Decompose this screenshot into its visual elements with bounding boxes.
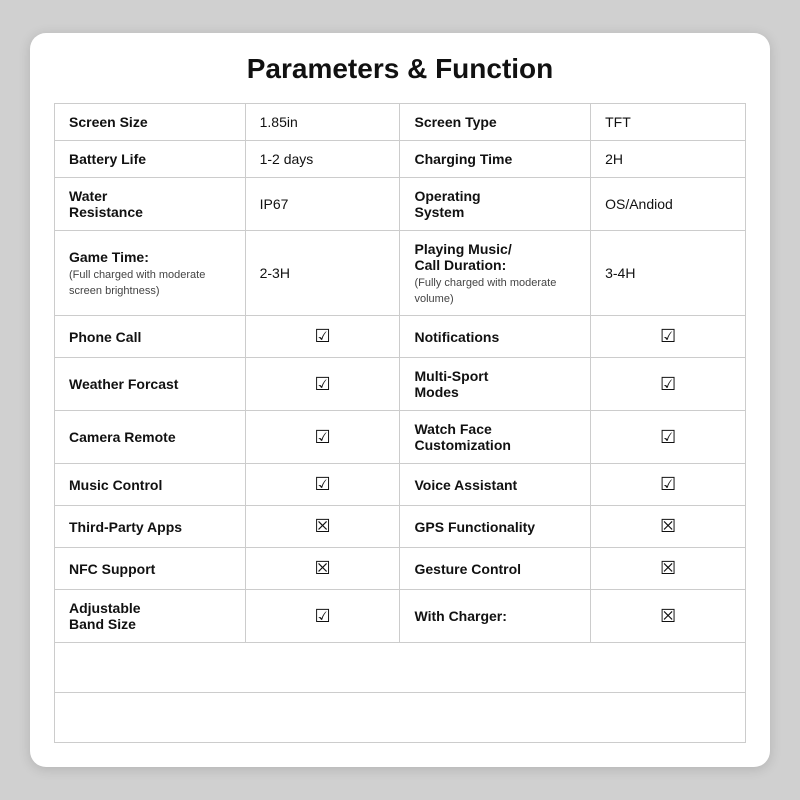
- right-label: Charging Time: [400, 141, 591, 178]
- left-label: Music Control: [55, 464, 246, 506]
- right-label: OperatingSystem: [400, 178, 591, 231]
- left-value: IP67: [245, 178, 400, 231]
- table-row: Third-Party Apps ☒ GPS Functionality ☒: [55, 506, 746, 548]
- right-value: OS/Andiod: [591, 178, 746, 231]
- left-label: Third-Party Apps: [55, 506, 246, 548]
- table-row: Camera Remote ☑ Watch FaceCustomization …: [55, 411, 746, 464]
- left-label: WaterResistance: [55, 178, 246, 231]
- right-label: GPS Functionality: [400, 506, 591, 548]
- right-label: Voice Assistant: [400, 464, 591, 506]
- left-label: Weather Forcast: [55, 358, 246, 411]
- table-row: Screen Size 1.85in Screen Type TFT: [55, 104, 746, 141]
- right-check: ☑: [591, 358, 746, 411]
- left-check: ☒: [245, 548, 400, 590]
- params-table: Screen Size 1.85in Screen Type TFT Batte…: [54, 103, 746, 743]
- left-check: ☑: [245, 464, 400, 506]
- table-row: Weather Forcast ☑ Multi-SportModes ☑: [55, 358, 746, 411]
- left-check: ☑: [245, 358, 400, 411]
- right-label: Playing Music/Call Duration:(Fully charg…: [400, 231, 591, 316]
- right-check: ☑: [591, 316, 746, 358]
- left-check: ☑: [245, 411, 400, 464]
- left-label: Camera Remote: [55, 411, 246, 464]
- left-label: NFC Support: [55, 548, 246, 590]
- table-row: Battery Life 1-2 days Charging Time 2H: [55, 141, 746, 178]
- right-label: Notifications: [400, 316, 591, 358]
- table-row: Game Time:(Full charged with moderate sc…: [55, 231, 746, 316]
- left-label: Battery Life: [55, 141, 246, 178]
- empty-row: [55, 643, 746, 693]
- right-label: Screen Type: [400, 104, 591, 141]
- right-label: Watch FaceCustomization: [400, 411, 591, 464]
- table-row: Phone Call ☑ Notifications ☑: [55, 316, 746, 358]
- left-check: ☑: [245, 316, 400, 358]
- right-check: ☑: [591, 411, 746, 464]
- table-row: AdjustableBand Size ☑ With Charger: ☒: [55, 590, 746, 643]
- right-check: ☑: [591, 464, 746, 506]
- right-label: With Charger:: [400, 590, 591, 643]
- right-check: ☒: [591, 548, 746, 590]
- right-value: TFT: [591, 104, 746, 141]
- left-value: 2-3H: [245, 231, 400, 316]
- left-value: 1-2 days: [245, 141, 400, 178]
- left-label: AdjustableBand Size: [55, 590, 246, 643]
- right-value: 2H: [591, 141, 746, 178]
- right-label: Gesture Control: [400, 548, 591, 590]
- page-title: Parameters & Function: [54, 53, 746, 85]
- table-row: NFC Support ☒ Gesture Control ☒: [55, 548, 746, 590]
- left-check: ☒: [245, 506, 400, 548]
- right-check: ☒: [591, 590, 746, 643]
- left-label: Phone Call: [55, 316, 246, 358]
- left-check: ☑: [245, 590, 400, 643]
- table-row: WaterResistance IP67 OperatingSystem OS/…: [55, 178, 746, 231]
- left-label: Screen Size: [55, 104, 246, 141]
- card: Parameters & Function Screen Size 1.85in…: [30, 33, 770, 767]
- right-label: Multi-SportModes: [400, 358, 591, 411]
- left-value: 1.85in: [245, 104, 400, 141]
- left-label: Game Time:(Full charged with moderate sc…: [55, 231, 246, 316]
- right-check: ☒: [591, 506, 746, 548]
- empty-row: [55, 693, 746, 743]
- right-value: 3-4H: [591, 231, 746, 316]
- table-row: Music Control ☑ Voice Assistant ☑: [55, 464, 746, 506]
